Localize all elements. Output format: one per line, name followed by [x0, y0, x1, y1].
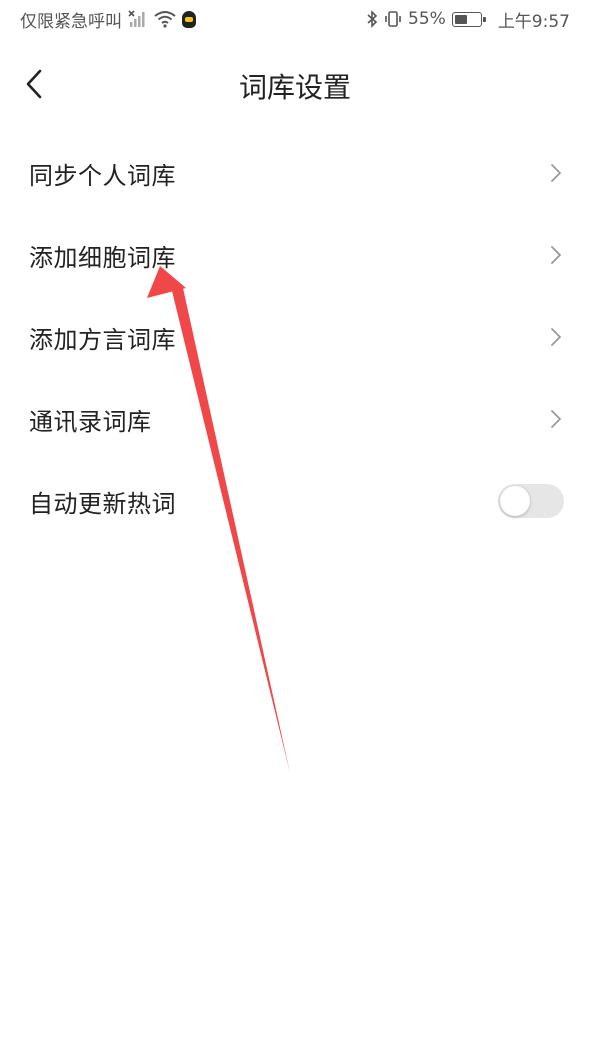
wifi-icon	[154, 10, 176, 28]
auto-update-hot-words-item: 自动更新热词	[0, 460, 590, 542]
status-left: 仅限紧急呼叫	[20, 7, 196, 32]
auto-update-toggle[interactable]	[498, 484, 564, 518]
chevron-right-icon	[550, 327, 562, 347]
chevron-right-icon	[550, 409, 562, 429]
qq-icon	[182, 10, 196, 28]
signal-crossed-icon	[128, 10, 148, 28]
contacts-dictionary-item[interactable]: 通讯录词库	[0, 378, 590, 460]
toggle-knob	[500, 486, 530, 516]
list-item-label: 添加细胞词库	[29, 243, 176, 272]
page-title: 词库设置	[238, 71, 351, 104]
battery-fill	[454, 14, 468, 24]
add-cell-dictionary-item[interactable]: 添加细胞词库	[0, 214, 590, 296]
status-time: 上午9:57	[497, 11, 570, 32]
list-item-label: 自动更新热词	[29, 489, 176, 518]
list-item-label: 通讯录词库	[29, 407, 152, 436]
sync-personal-dictionary-item[interactable]: 同步个人词库	[0, 132, 590, 214]
carrier-text: 仅限紧急呼叫	[20, 11, 122, 32]
status-bar: 仅限紧急呼叫 55% 上午9:57	[0, 0, 590, 38]
nav-bar: 词库设置	[0, 46, 590, 122]
settings-list: 同步个人词库 添加细胞词库 添加方言词库 通讯录词库 自动更新热词	[0, 132, 590, 542]
chevron-right-icon	[550, 245, 562, 265]
bluetooth-icon	[366, 10, 378, 28]
battery-icon	[451, 11, 486, 27]
vibrate-icon	[384, 10, 402, 28]
add-dialect-dictionary-item[interactable]: 添加方言词库	[0, 296, 590, 378]
chevron-right-icon	[550, 163, 562, 183]
list-item-label: 同步个人词库	[29, 161, 176, 190]
status-right: 55% 上午9:57	[366, 7, 570, 32]
battery-percent: 55%	[408, 9, 446, 29]
list-item-label: 添加方言词库	[29, 325, 176, 354]
